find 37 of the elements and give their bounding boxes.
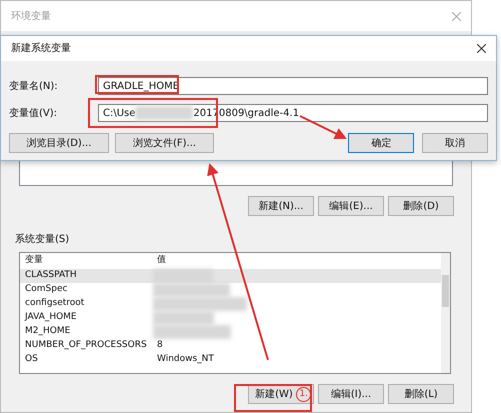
variable-name: M2_HOME	[24, 325, 72, 338]
table-row[interactable]: M2_HOME	[20, 325, 441, 339]
variable-name: JAVA_HOME	[24, 311, 78, 324]
button[interactable]: 浏览目录(D)...	[9, 133, 109, 153]
close-icon[interactable]	[477, 44, 486, 53]
variable-name: OS	[24, 353, 39, 366]
name-input-field[interactable]: GRADLE_HOME	[98, 77, 488, 95]
variable-value: 8	[156, 339, 163, 352]
window-title: 环境变量	[11, 10, 51, 24]
variable-name: configsetroot	[24, 297, 86, 310]
field-label: 变量值(V):	[9, 106, 58, 120]
button[interactable]: 编辑(I)...	[318, 384, 384, 404]
variable-name: ComSpec	[24, 283, 68, 296]
column-header[interactable]: 变量	[20, 254, 153, 268]
table-row[interactable]: CLASSPATH	[20, 269, 441, 283]
group-label: 系统变量(S)	[14, 232, 70, 247]
button[interactable]: 确定	[348, 133, 414, 153]
table-row[interactable]: ComSpec	[20, 283, 441, 297]
button[interactable]: 新建(N)...	[248, 196, 314, 216]
button[interactable]: 浏览文件(F)...	[114, 133, 214, 153]
table-row[interactable]: JAVA_HOME	[20, 311, 441, 325]
column-header[interactable]: 值	[153, 254, 166, 268]
button[interactable]: 编辑(E)...	[318, 196, 384, 216]
step-number: 1.	[296, 387, 311, 402]
button[interactable]: 删除(L)	[388, 384, 454, 404]
scrollbar[interactable]	[441, 253, 450, 373]
table-row[interactable]: NUMBER_OF_PROCESSORS 8	[20, 339, 441, 353]
arrow	[300, 115, 347, 139]
field-label: 变量名(N):	[9, 80, 59, 94]
variable-name: CLASSPATH	[24, 269, 78, 282]
table-row[interactable]: configsetroot	[20, 297, 441, 311]
dialog-title: 新建系统变量	[11, 42, 71, 56]
button[interactable]: 删除(D)	[388, 196, 454, 216]
variable-name: NUMBER_OF_PROCESSORS	[24, 339, 148, 352]
table-row[interactable]: OS Windows_NT	[20, 353, 441, 367]
button[interactable]: 取消	[422, 133, 488, 153]
variable-value: Windows_NT	[156, 353, 214, 366]
